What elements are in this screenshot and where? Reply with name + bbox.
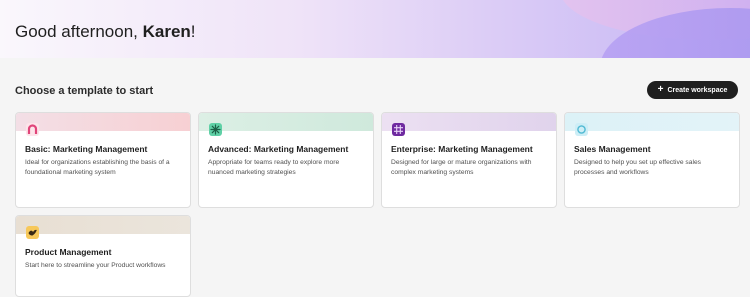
template-card-enterprise-marketing[interactable]: Enterprise: Marketing Management Designe…	[381, 112, 557, 208]
bird-icon	[26, 226, 39, 239]
card-header-band	[382, 113, 556, 131]
create-workspace-button[interactable]: + Create workspace	[647, 81, 738, 99]
card-header-band	[16, 113, 190, 131]
card-header-band	[199, 113, 373, 131]
template-title: Basic: Marketing Management	[25, 144, 148, 154]
template-card-sales-management[interactable]: Sales Management Designed to help you se…	[564, 112, 740, 208]
template-description: Designed for large or mature organizatio…	[391, 159, 532, 176]
circle-icon	[575, 123, 588, 136]
section-title: Choose a template to start	[15, 85, 154, 97]
plus-icon: +	[657, 84, 664, 95]
template-description: Start here to streamline your Product wo…	[25, 262, 166, 269]
template-description: Ideal for organizations establishing the…	[25, 159, 170, 176]
greeting-prefix: Good afternoon,	[15, 22, 143, 41]
template-title: Advanced: Marketing Management	[208, 144, 349, 154]
template-description: Designed to help you set up effective sa…	[574, 159, 702, 176]
sparkle-icon	[209, 123, 222, 136]
template-description: Appropriate for teams ready to explore m…	[208, 159, 340, 176]
arch-icon	[26, 123, 39, 136]
card-header-band	[565, 113, 739, 131]
grid-icon	[392, 123, 405, 136]
greeting: Good afternoon, Karen!	[15, 22, 196, 42]
hero-banner: Good afternoon, Karen!	[0, 0, 750, 58]
template-title: Product Management	[25, 247, 112, 257]
user-name: Karen	[142, 22, 191, 41]
greeting-suffix: !	[190, 22, 196, 41]
card-header-band	[16, 216, 190, 234]
template-title: Sales Management	[574, 144, 651, 154]
template-card-product-management[interactable]: Product Management Start here to streaml…	[15, 215, 191, 297]
template-title: Enterprise: Marketing Management	[391, 144, 533, 154]
template-card-basic-marketing[interactable]: Basic: Marketing Management Ideal for or…	[15, 112, 191, 208]
create-workspace-label: Create workspace	[667, 86, 728, 94]
template-card-advanced-marketing[interactable]: Advanced: Marketing Management Appropria…	[198, 112, 374, 208]
